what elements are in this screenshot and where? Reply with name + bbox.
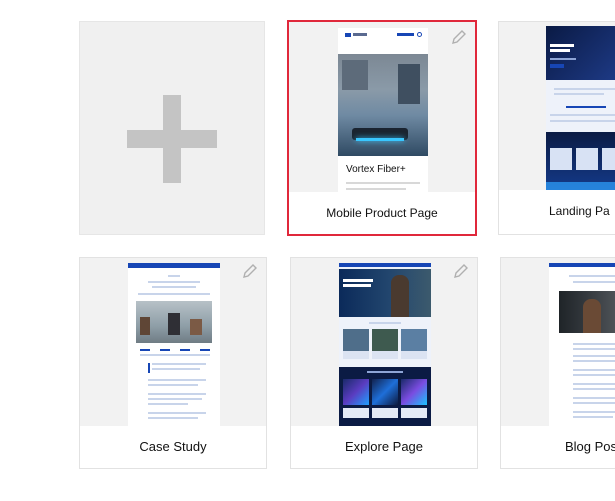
template-card-case-study[interactable]: Case Study	[79, 257, 267, 469]
card-label: Explore Page	[344, 438, 424, 454]
explore-hero-image	[339, 269, 431, 317]
explore-preview	[339, 263, 431, 426]
template-thumbnail	[80, 258, 266, 426]
card-label: Case Study	[139, 438, 207, 454]
blog-preview	[549, 263, 615, 426]
template-thumbnail	[501, 258, 615, 426]
template-card-mobile-product-page[interactable]: Vortex Fiber+ Mobile Product Page	[287, 20, 477, 236]
mobile-preview: Vortex Fiber+	[338, 28, 428, 192]
pencil-icon[interactable]	[450, 28, 468, 46]
landing-preview	[546, 26, 615, 190]
card-label: Mobile Product Page	[326, 206, 438, 220]
template-card-landing-page[interactable]: Landing Pa	[498, 21, 615, 235]
template-card-blog-post[interactable]: Blog Pos	[500, 257, 615, 469]
card-label: Landing Pa	[549, 204, 610, 218]
template-thumbnail: Vortex Fiber+	[289, 22, 475, 192]
template-card-explore-page[interactable]: Explore Page	[290, 257, 478, 469]
pencil-icon[interactable]	[241, 262, 259, 280]
template-thumbnail	[291, 258, 477, 426]
case-study-preview	[128, 263, 220, 426]
plus-icon-bar	[127, 130, 217, 148]
add-new-card[interactable]	[79, 21, 265, 235]
card-label: Blog Pos	[565, 438, 615, 454]
product-title: Vortex Fiber+	[346, 164, 406, 175]
template-thumbnail	[499, 22, 615, 190]
pencil-icon[interactable]	[452, 262, 470, 280]
